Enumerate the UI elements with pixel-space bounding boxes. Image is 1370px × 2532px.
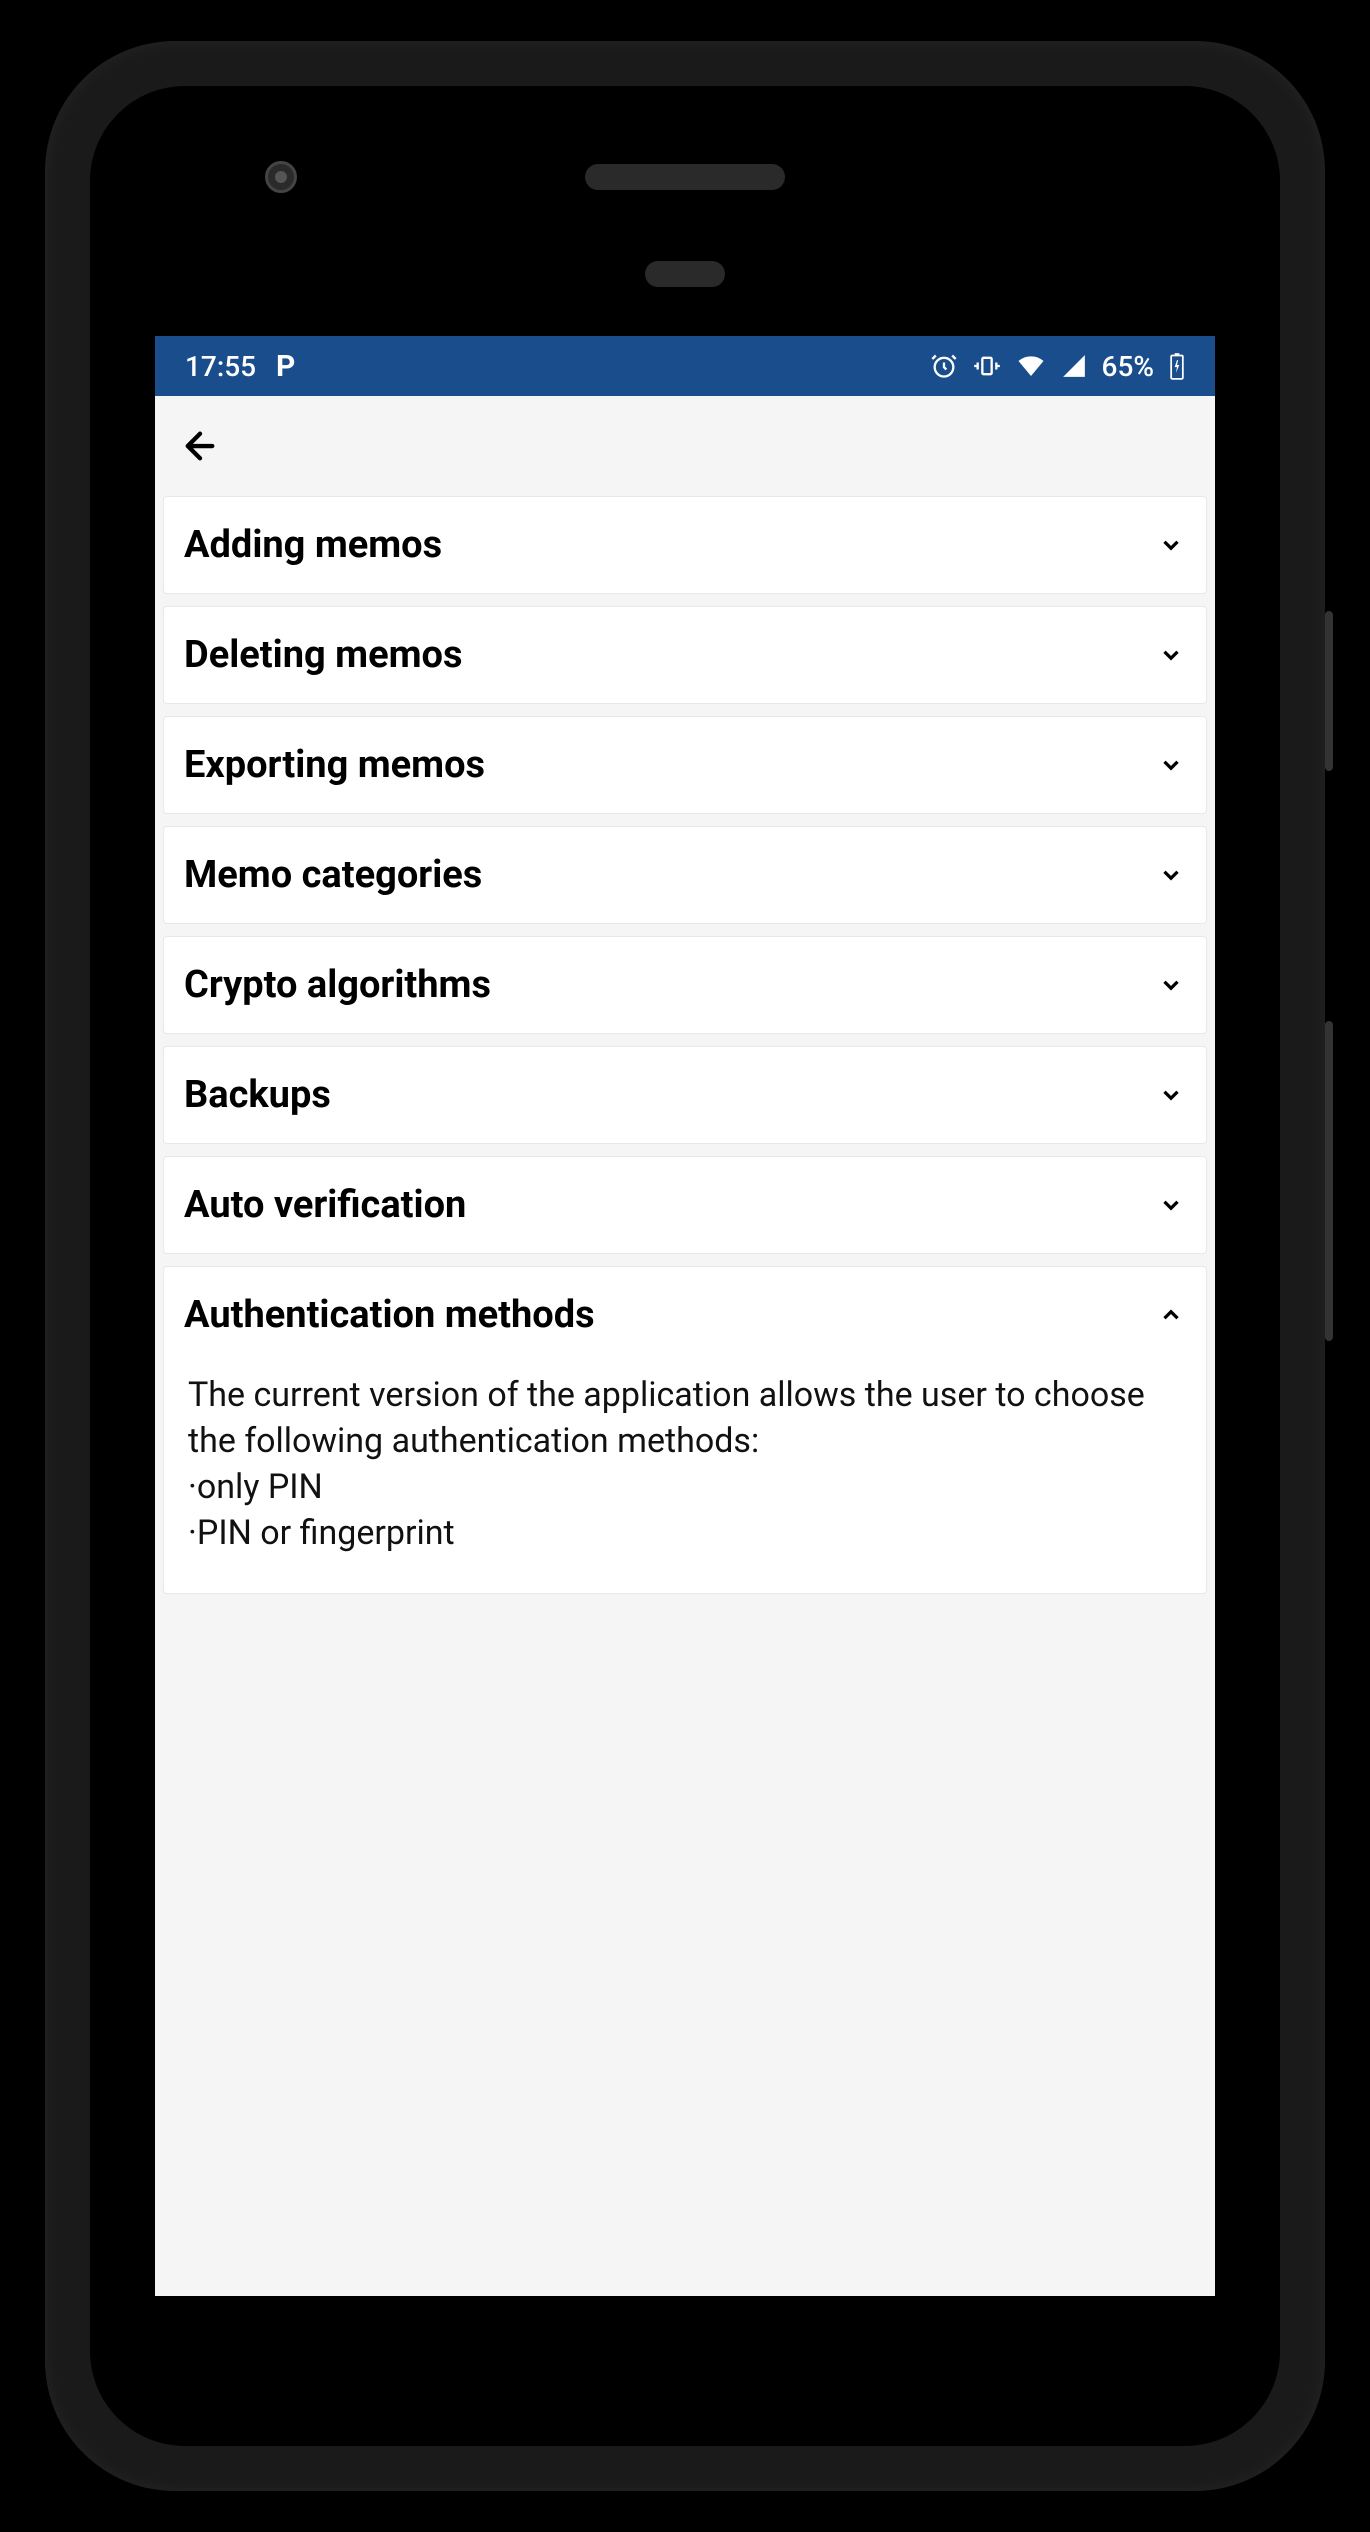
- back-button[interactable]: [175, 421, 225, 471]
- accordion-title: Memo categories: [184, 853, 482, 897]
- phone-bezel: 17:55 P 65%: [90, 86, 1280, 2446]
- chevron-down-icon: [1156, 530, 1186, 560]
- phone-speaker: [585, 164, 785, 190]
- accordion-item-authentication-methods: Authentication methods The current versi…: [163, 1266, 1207, 1594]
- accordion-title: Auto verification: [184, 1183, 466, 1227]
- accordion-header[interactable]: Deleting memos: [164, 607, 1206, 703]
- accordion-body: The current version of the application a…: [164, 1363, 1206, 1593]
- battery-charging-icon: [1169, 352, 1185, 380]
- status-left: 17:55 P: [185, 349, 295, 384]
- chevron-down-icon: [1156, 970, 1186, 1000]
- power-button: [1325, 611, 1333, 771]
- chevron-down-icon: [1156, 1190, 1186, 1220]
- accordion-title: Authentication methods: [184, 1293, 595, 1337]
- chevron-down-icon: [1156, 1080, 1186, 1110]
- volume-button: [1325, 1021, 1333, 1341]
- accordion-title: Deleting memos: [184, 633, 463, 677]
- accordion-header[interactable]: Backups: [164, 1047, 1206, 1143]
- chevron-down-icon: [1156, 860, 1186, 890]
- phone-sensor: [645, 261, 725, 287]
- battery-percent: 65%: [1102, 350, 1154, 383]
- accordion-title: Adding memos: [184, 523, 442, 567]
- accordion-header[interactable]: Crypto algorithms: [164, 937, 1206, 1033]
- accordion-header[interactable]: Authentication methods: [164, 1267, 1206, 1363]
- chevron-up-icon: [1156, 1300, 1186, 1330]
- status-time: 17:55: [185, 350, 256, 383]
- status-right: 65%: [930, 350, 1185, 383]
- wifi-icon: [1016, 351, 1046, 381]
- accordion-header[interactable]: Adding memos: [164, 497, 1206, 593]
- phone-screen: 17:55 P 65%: [155, 336, 1215, 2296]
- phone-frame: 17:55 P 65%: [45, 41, 1325, 2491]
- accordion-item-backups: Backups: [163, 1046, 1207, 1144]
- accordion-title: Crypto algorithms: [184, 963, 491, 1007]
- front-camera: [265, 161, 297, 193]
- accordion-item-auto-verification: Auto verification: [163, 1156, 1207, 1254]
- cellular-icon: [1061, 353, 1087, 379]
- chevron-down-icon: [1156, 750, 1186, 780]
- accordion-list: Adding memos Deleting memos: [155, 496, 1215, 1594]
- accordion-header[interactable]: Auto verification: [164, 1157, 1206, 1253]
- back-arrow-icon: [179, 425, 221, 467]
- accordion-header[interactable]: Memo categories: [164, 827, 1206, 923]
- accordion-title: Backups: [184, 1073, 331, 1117]
- accordion-item-memo-categories: Memo categories: [163, 826, 1207, 924]
- accordion-header[interactable]: Exporting memos: [164, 717, 1206, 813]
- alarm-icon: [930, 352, 958, 380]
- vibrate-icon: [973, 352, 1001, 380]
- accordion-item-crypto-algorithms: Crypto algorithms: [163, 936, 1207, 1034]
- accordion-title: Exporting memos: [184, 743, 485, 787]
- accordion-item-adding-memos: Adding memos: [163, 496, 1207, 594]
- accordion-item-exporting-memos: Exporting memos: [163, 716, 1207, 814]
- status-bar: 17:55 P 65%: [155, 336, 1215, 396]
- accordion-item-deleting-memos: Deleting memos: [163, 606, 1207, 704]
- chevron-down-icon: [1156, 640, 1186, 670]
- app-toolbar: [155, 396, 1215, 496]
- android-p-icon: P: [276, 349, 295, 384]
